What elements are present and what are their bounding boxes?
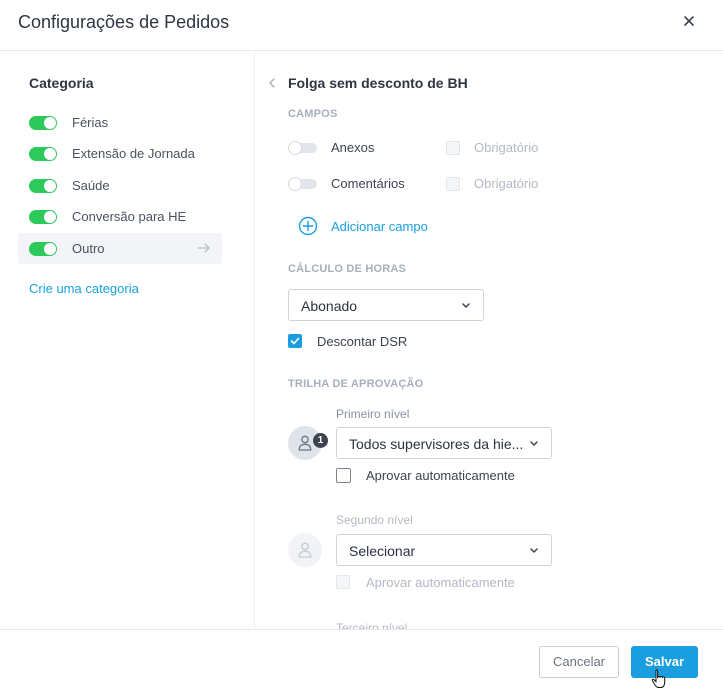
category-item-outro[interactable]: Outro: [18, 233, 222, 264]
select-value: Todos supervisores da hie...: [349, 436, 524, 452]
category-label: Conversão para HE: [72, 209, 187, 224]
hours-calculation-select[interactable]: Abonado: [288, 289, 484, 321]
panel-title: Folga sem desconto de BH: [288, 75, 468, 91]
level-2-approver-select[interactable]: Selecionar: [336, 534, 552, 566]
discount-dsr-checkbox[interactable]: [288, 334, 302, 348]
category-sidebar: Categoria Férias Extensão de Jornada Saú…: [0, 52, 255, 629]
dialog-title: Configurações de Pedidos: [18, 12, 230, 32]
level-1-label: Primeiro nível: [336, 407, 410, 421]
level-2-label: Segundo nível: [336, 513, 413, 527]
category-settings-panel: Folga sem desconto de BH CAMPOS Anexos O…: [256, 52, 723, 629]
create-category-link[interactable]: Crie uma categoria: [29, 281, 139, 296]
hand-cursor-icon: [651, 669, 666, 688]
select-value: Abonado: [301, 298, 358, 314]
category-item-extensao[interactable]: Extensão de Jornada: [18, 138, 222, 169]
dialog-footer: Cancelar Salvar: [0, 629, 723, 689]
chevron-down-icon: [462, 303, 470, 308]
category-label: Extensão de Jornada: [72, 146, 195, 161]
chevron-down-icon: [530, 441, 538, 446]
close-icon[interactable]: [680, 12, 698, 30]
category-toggle[interactable]: [29, 242, 57, 256]
check-icon: [290, 337, 300, 345]
field-label-comentarios: Comentários: [331, 176, 405, 191]
category-toggle[interactable]: [29, 179, 57, 193]
auto-approve-checkbox-level-2[interactable]: [336, 575, 350, 589]
level-3-label: Terceiro nível: [336, 621, 408, 629]
category-toggle[interactable]: [29, 147, 57, 161]
category-toggle[interactable]: [29, 210, 57, 224]
category-label: Outro: [72, 241, 105, 256]
discount-dsr-label: Descontar DSR: [317, 334, 408, 349]
auto-approve-label: Aprovar automaticamente: [366, 468, 515, 483]
dialog-header: Configurações de Pedidos: [0, 0, 723, 51]
avatar: [288, 533, 322, 567]
user-icon: [298, 542, 312, 558]
section-fields: CAMPOS: [288, 108, 338, 120]
category-item-ferias[interactable]: Férias: [18, 107, 222, 138]
category-item-saude[interactable]: Saúde: [18, 170, 222, 201]
required-checkbox-anexos[interactable]: [446, 141, 460, 155]
section-approval: TRILHA DE APROVAÇÃO: [288, 378, 424, 390]
field-toggle-anexos[interactable]: [288, 141, 317, 155]
cancel-button[interactable]: Cancelar: [539, 646, 619, 678]
category-item-conversao[interactable]: Conversão para HE: [18, 201, 222, 232]
category-label: Férias: [72, 115, 109, 130]
required-label: Obrigatório: [474, 140, 539, 155]
category-toggle[interactable]: [29, 116, 57, 130]
field-toggle-comentarios[interactable]: [288, 177, 317, 191]
field-label-anexos: Anexos: [331, 140, 375, 155]
level-1-approver-select[interactable]: Todos supervisores da hie...: [336, 427, 552, 459]
user-icon: [298, 435, 312, 451]
chevron-left-icon[interactable]: [268, 77, 276, 89]
level-number-badge: 1: [313, 433, 328, 448]
plus-circle-icon[interactable]: [298, 216, 318, 236]
section-hours: CÁLCULO DE HORAS: [288, 263, 407, 275]
auto-approve-label: Aprovar automaticamente: [366, 575, 515, 590]
select-value: Selecionar: [349, 543, 416, 559]
auto-approve-checkbox-level-1[interactable]: [336, 468, 351, 483]
category-label: Saúde: [72, 178, 110, 193]
required-checkbox-comentarios[interactable]: [446, 177, 460, 191]
sidebar-title: Categoria: [29, 75, 94, 91]
required-label: Obrigatório: [474, 176, 539, 191]
chevron-down-icon: [530, 548, 538, 553]
add-field-button[interactable]: Adicionar campo: [331, 219, 428, 234]
arrow-right-icon: [197, 243, 210, 253]
